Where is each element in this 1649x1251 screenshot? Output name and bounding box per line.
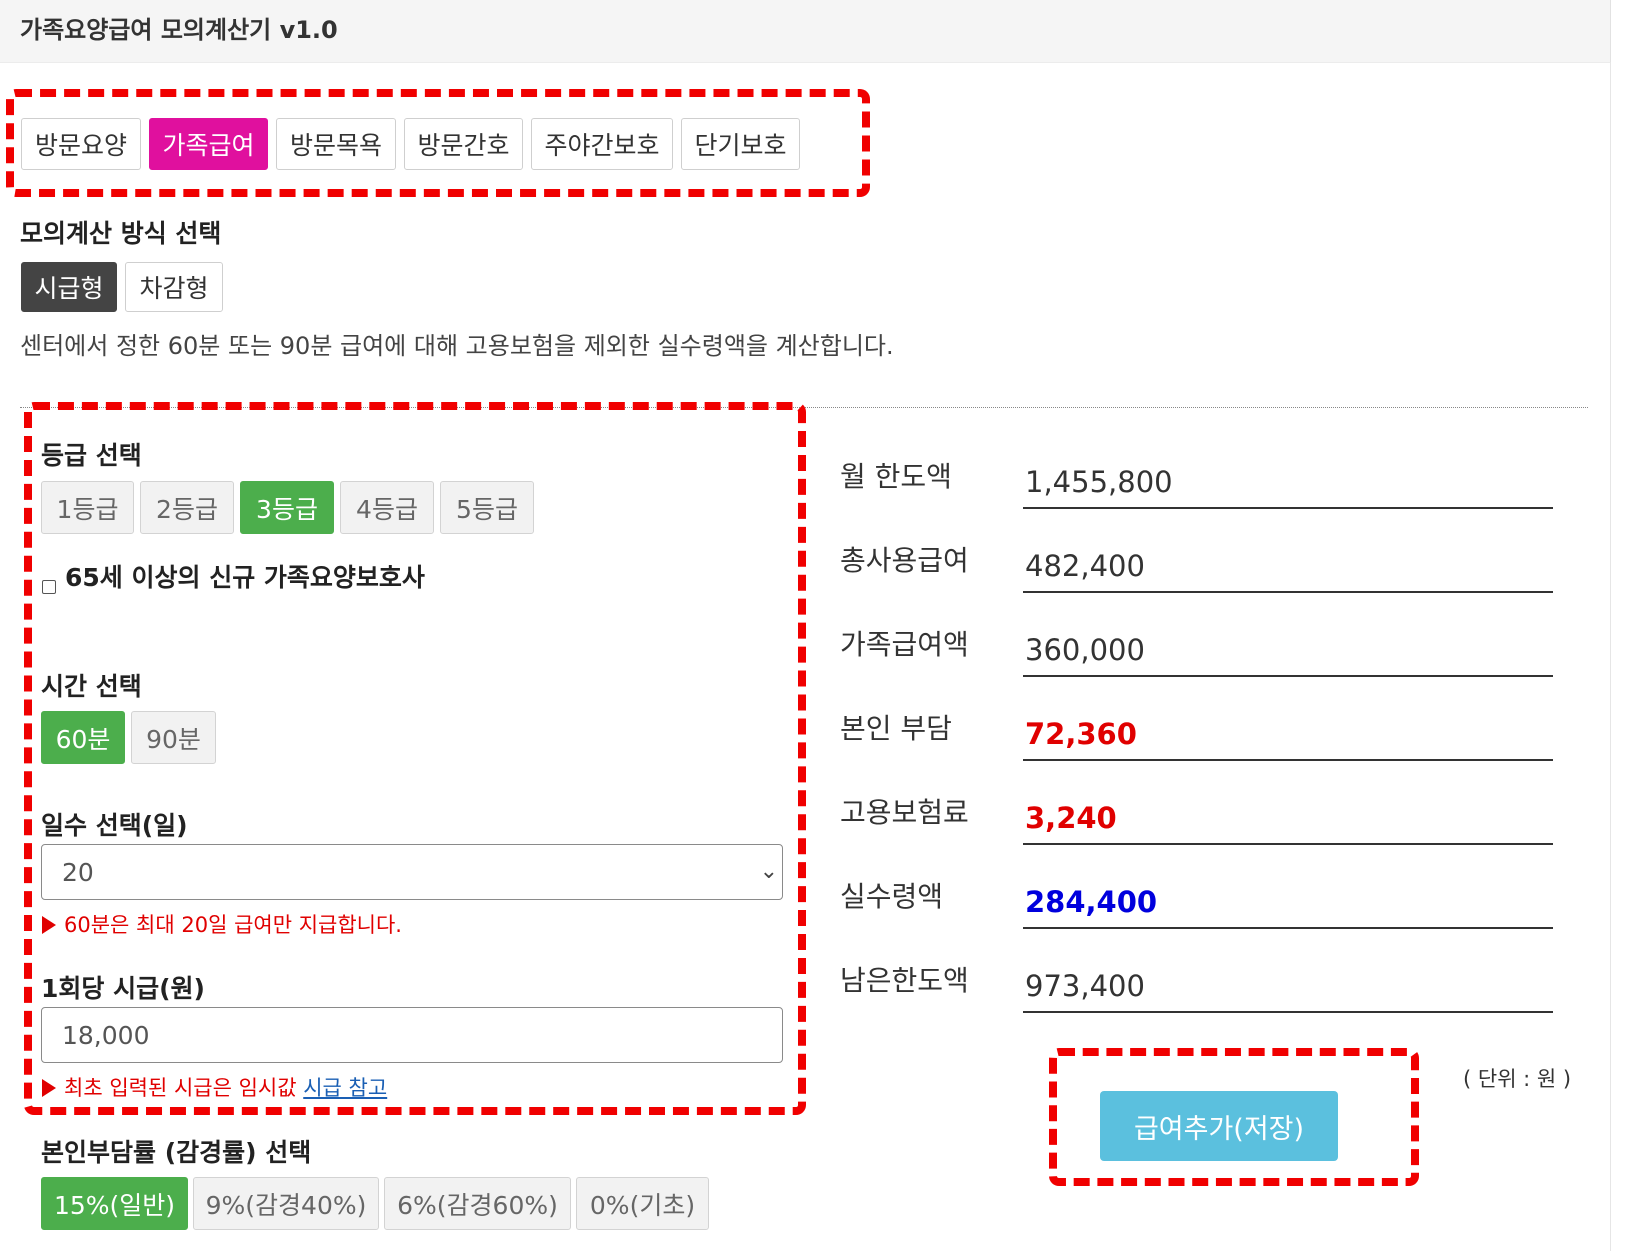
- result-label-total-used: 총사용급여: [840, 544, 969, 577]
- wage-reference-link[interactable]: 시급 참고: [303, 1076, 387, 1100]
- grade-1-button[interactable]: 1등급: [41, 481, 134, 534]
- app-header: 가족요양급여 모의계산기 v1.0: [0, 0, 1611, 63]
- burden-0-button[interactable]: 0%(기초): [576, 1177, 709, 1230]
- days-select[interactable]: 20 ⌄: [41, 844, 783, 900]
- senior-checkbox[interactable]: [42, 580, 56, 594]
- result-label-remaining-limit: 남은한도액: [840, 964, 969, 997]
- app-title: 가족요양급여 모의계산기 v1.0: [20, 16, 338, 44]
- wage-note-text: 최초 입력된 시급은 임시값: [64, 1076, 297, 1100]
- method-hourly-button[interactable]: 시급형: [21, 262, 117, 312]
- wage-heading: 1회당 시급(원): [41, 974, 205, 1003]
- tab-day-night-care[interactable]: 주야간보호: [531, 118, 673, 170]
- result-value-employment-insurance: 3,240: [1023, 787, 1553, 845]
- triangle-right-icon: [42, 916, 56, 934]
- save-button[interactable]: 급여추가(저장): [1100, 1091, 1338, 1161]
- time-90-button[interactable]: 90분: [131, 711, 216, 764]
- senior-checkbox-label[interactable]: 65세 이상의 신규 가족요양보호사: [65, 558, 425, 594]
- result-label-self-pay: 본인 부담: [840, 712, 952, 745]
- days-heading: 일수 선택(일): [41, 811, 188, 840]
- tab-nursing[interactable]: 방문간호: [404, 118, 523, 170]
- time-heading: 시간 선택: [41, 672, 142, 701]
- burden-15-button[interactable]: 15%(일반): [41, 1177, 188, 1230]
- page-edge: [1610, 62, 1611, 1251]
- tab-family-benefit[interactable]: 가족급여: [149, 118, 268, 170]
- grade-heading: 등급 선택: [41, 441, 142, 470]
- triangle-right-icon: [42, 1079, 56, 1097]
- result-label-employment-insurance: 고용보험료: [840, 796, 969, 829]
- days-note: 60분은 최대 20일 급여만 지급합니다.: [42, 909, 402, 939]
- result-value-remaining-limit: 973,400: [1023, 955, 1553, 1013]
- time-60-button[interactable]: 60분: [41, 711, 125, 764]
- wage-note: 최초 입력된 시급은 임시값 시급 참고: [42, 1072, 387, 1102]
- tab-home-care[interactable]: 방문요양: [21, 118, 141, 170]
- result-value-total-used: 482,400: [1023, 535, 1553, 593]
- tab-bathing[interactable]: 방문목욕: [276, 118, 396, 170]
- method-heading: 모의계산 방식 선택: [20, 219, 222, 248]
- days-note-text: 60분은 최대 20일 급여만 지급합니다.: [64, 913, 402, 937]
- grade-3-button[interactable]: 3등급: [240, 481, 334, 534]
- result-value-monthly-limit: 1,455,800: [1023, 451, 1553, 509]
- tab-short-term-care[interactable]: 단기보호: [681, 118, 800, 170]
- grade-2-button[interactable]: 2등급: [140, 481, 234, 534]
- grade-5-button[interactable]: 5등급: [440, 481, 534, 534]
- result-label-net-pay: 실수령액: [840, 880, 944, 913]
- result-label-family-benefit: 가족급여액: [840, 628, 969, 661]
- burden-heading: 본인부담률 (감경률) 선택: [41, 1138, 312, 1167]
- unit-note: ( 단위 : 원 ): [1463, 1067, 1572, 1091]
- method-description: 센터에서 정한 60분 또는 90분 급여에 대해 고용보험을 제외한 실수령액…: [20, 332, 894, 360]
- method-deduction-button[interactable]: 차감형: [125, 262, 223, 312]
- chevron-down-icon: ⌄: [759, 859, 778, 884]
- result-value-net-pay: 284,400: [1023, 871, 1553, 929]
- result-label-monthly-limit: 월 한도액: [840, 460, 952, 493]
- days-select-value: 20: [62, 857, 94, 887]
- wage-input[interactable]: 18,000: [41, 1007, 783, 1063]
- result-value-family-benefit: 360,000: [1023, 619, 1553, 677]
- result-value-self-pay: 72,360: [1023, 703, 1553, 761]
- burden-6-button[interactable]: 6%(감경60%): [384, 1177, 571, 1230]
- grade-4-button[interactable]: 4등급: [340, 481, 434, 534]
- burden-9-button[interactable]: 9%(감경40%): [193, 1177, 379, 1230]
